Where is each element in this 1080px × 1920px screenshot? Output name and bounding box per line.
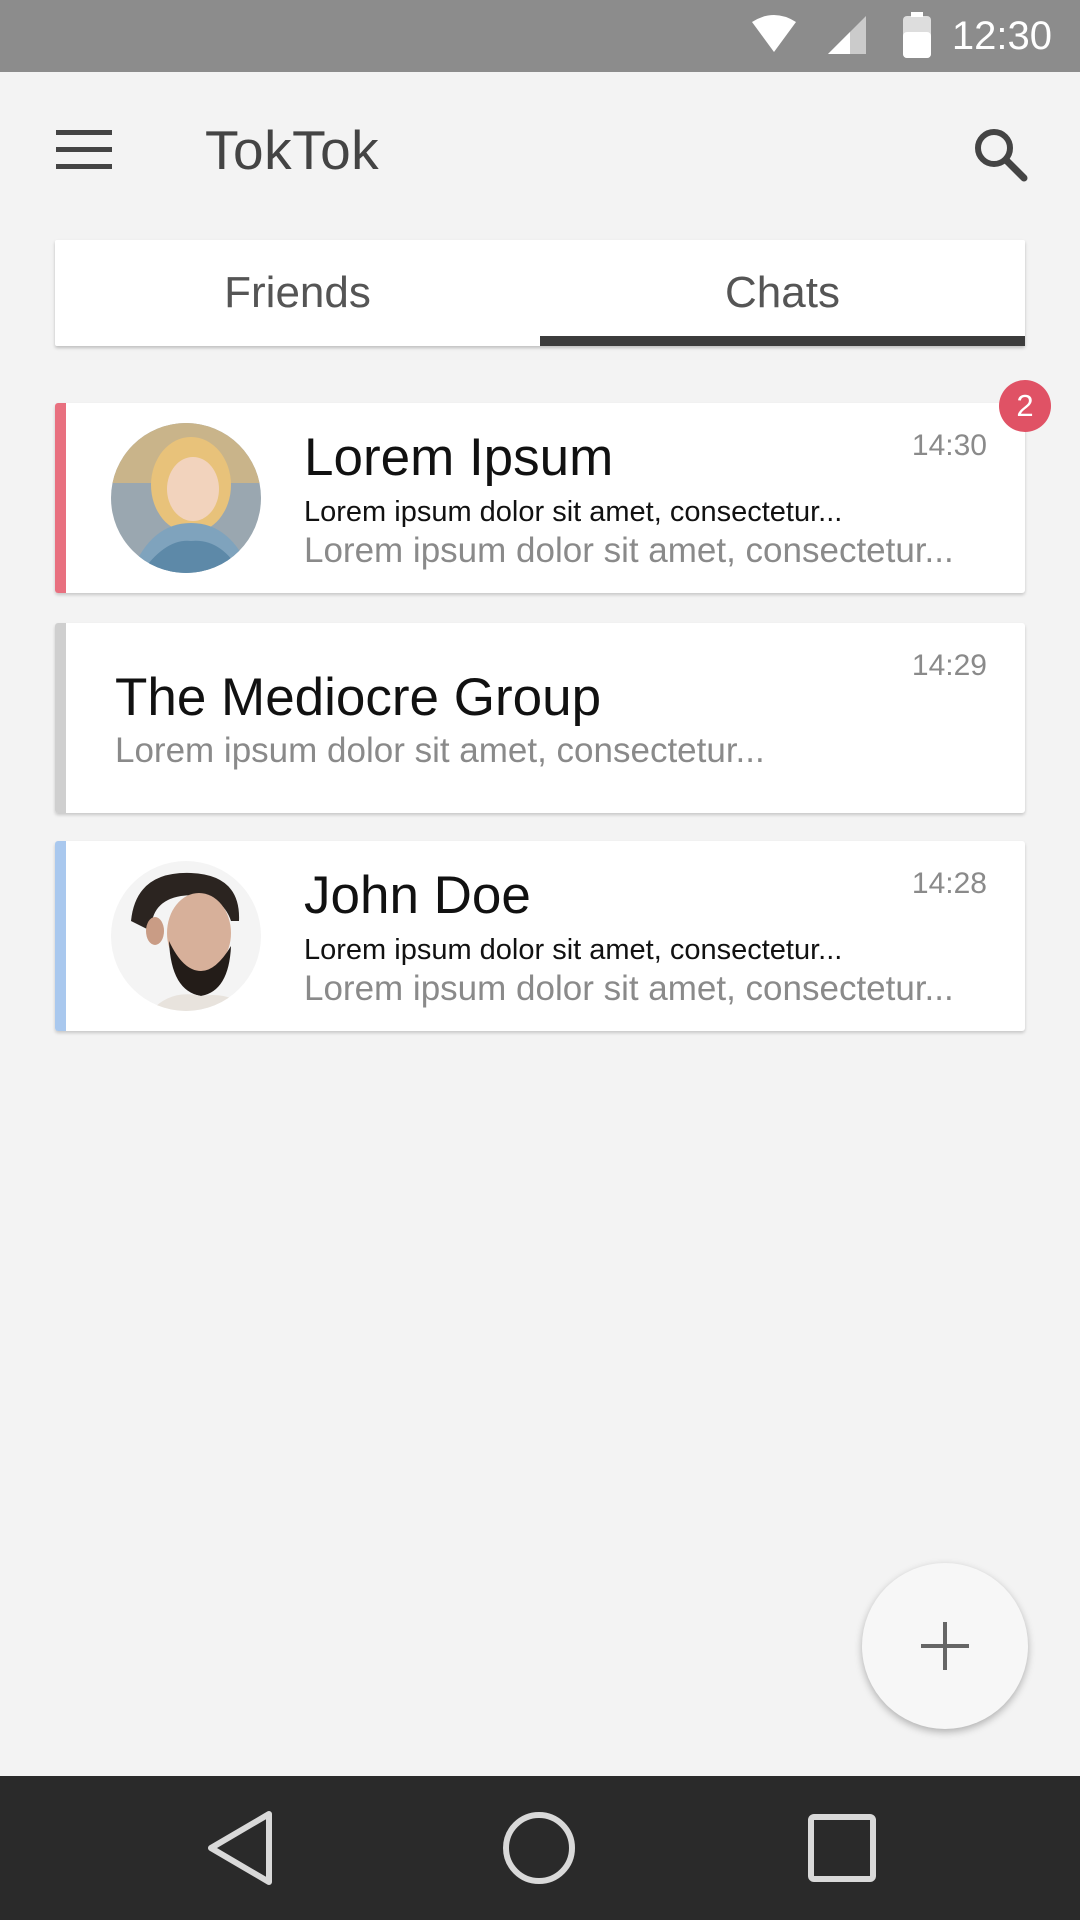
- tab-indicator: [540, 336, 1025, 346]
- chat-preview-line2: Lorem ipsum dolor sit amet, consectetur.…: [304, 531, 954, 570]
- chat-accent-bar: [55, 623, 66, 813]
- tab-bar: Friends Chats: [55, 240, 1025, 346]
- back-icon[interactable]: [205, 1810, 277, 1886]
- avatar: [111, 423, 261, 573]
- new-chat-button[interactable]: [862, 1563, 1028, 1729]
- menu-icon[interactable]: [56, 130, 112, 170]
- chat-preview-line2: Lorem ipsum dolor sit amet, consectetur.…: [304, 969, 954, 1008]
- chat-item-lorem-ipsum[interactable]: Lorem Ipsum Lorem ipsum dolor sit amet, …: [55, 403, 1025, 593]
- wifi-icon: [752, 15, 796, 52]
- chat-preview-line1: Lorem ipsum dolor sit amet, consectetur.…: [304, 496, 843, 528]
- chat-time: 14:29: [911, 649, 987, 682]
- app-bar: TokTok: [0, 72, 1080, 232]
- chat-time: 14:28: [911, 867, 987, 900]
- chat-accent-bar: [55, 403, 66, 593]
- tab-chats[interactable]: Chats: [540, 240, 1025, 346]
- signal-icon: [828, 16, 866, 54]
- chat-name: John Doe: [304, 866, 531, 925]
- chat-item-john-doe[interactable]: John Doe Lorem ipsum dolor sit amet, con…: [55, 841, 1025, 1031]
- status-bar: 12:30: [0, 0, 1080, 72]
- battery-icon: [903, 12, 931, 58]
- chat-preview-line1: Lorem ipsum dolor sit amet, consectetur.…: [115, 731, 765, 770]
- recents-icon[interactable]: [808, 1814, 876, 1882]
- chat-accent-bar: [55, 841, 66, 1031]
- chat-name: The Mediocre Group: [115, 668, 602, 727]
- chat-time: 14:30: [911, 429, 987, 462]
- home-icon[interactable]: [502, 1810, 576, 1886]
- plus-icon: [921, 1622, 969, 1670]
- app-title: TokTok: [205, 119, 380, 181]
- tab-friends[interactable]: Friends: [55, 240, 540, 346]
- navigation-bar: [0, 1776, 1080, 1920]
- chat-name: Lorem Ipsum: [304, 428, 614, 487]
- avatar: [111, 861, 261, 1011]
- search-icon[interactable]: [970, 124, 1030, 184]
- unread-badge: 2: [999, 380, 1051, 432]
- chat-preview-line1: Lorem ipsum dolor sit amet, consectetur.…: [304, 934, 843, 966]
- status-time: 12:30: [951, 14, 1052, 58]
- chat-item-mediocre-group[interactable]: The Mediocre Group Lorem ipsum dolor sit…: [55, 623, 1025, 813]
